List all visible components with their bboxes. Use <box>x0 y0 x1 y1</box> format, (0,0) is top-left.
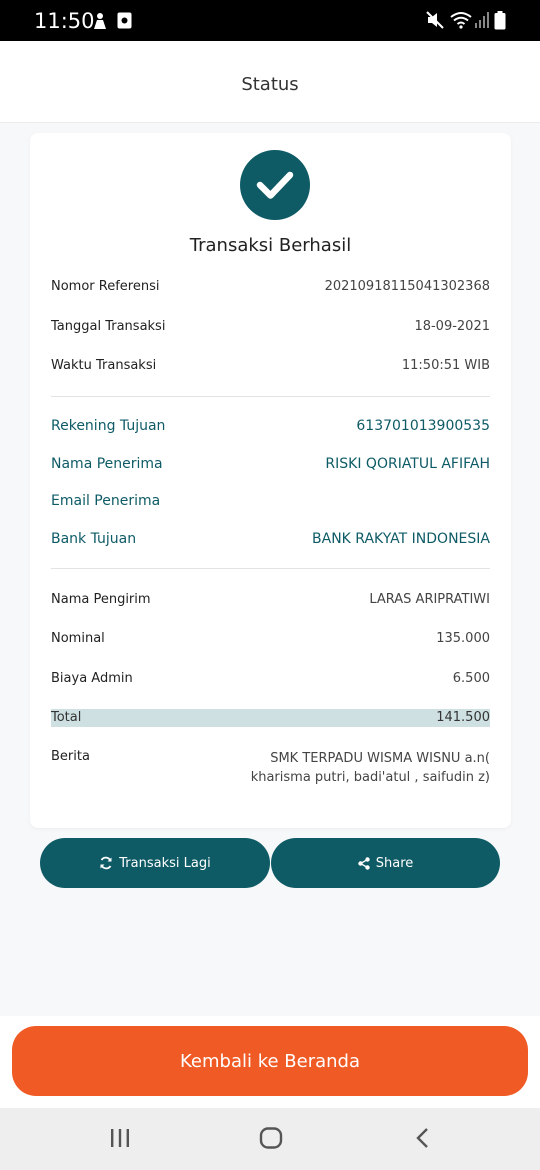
message-line-2: kharisma putri, badi'atul , saifudin z) <box>250 770 490 785</box>
total-label: Total <box>51 710 82 725</box>
home-icon[interactable] <box>259 1127 283 1149</box>
notification-app-icon <box>117 12 132 29</box>
detail-label: Nominal <box>51 631 105 646</box>
detail-label: Biaya Admin <box>51 671 133 686</box>
message-value: SMK TERPADU WISMA WISNU a.n( kharisma pu… <box>240 749 490 787</box>
share-label: Share <box>375 855 414 871</box>
message-line-1: SMK TERPADU WISMA WISNU a.n( <box>270 751 490 766</box>
check-icon <box>256 171 294 199</box>
detail-label: Nama Penerima <box>51 456 163 472</box>
mute-icon <box>426 11 444 29</box>
back-to-home-button[interactable]: Kembali ke Beranda <box>12 1026 528 1096</box>
detail-label: Email Penerima <box>51 493 161 509</box>
detail-value: 18-09-2021 <box>414 319 490 334</box>
status-bar: 11:50 <box>0 0 540 41</box>
detail-label: Nomor Referensi <box>51 279 160 294</box>
signal-icon <box>475 12 489 28</box>
page-title: Status <box>241 74 299 95</box>
transaction-again-label: Transaksi Lagi <box>119 855 211 871</box>
detail-label: Rekening Tujuan <box>51 418 166 434</box>
wifi-icon <box>450 12 472 29</box>
detail-label: Nama Pengirim <box>51 592 151 607</box>
receipt-card: Transaksi Berhasil Nomor Referensi 20210… <box>30 133 511 828</box>
notification-person-icon <box>94 13 106 29</box>
detail-label: Berita <box>51 749 90 764</box>
success-badge <box>240 150 310 220</box>
detail-value: 6.500 <box>452 671 490 686</box>
total-row: Total 141.500 <box>51 709 490 727</box>
back-icon[interactable] <box>414 1127 432 1149</box>
bottom-bar: Kembali ke Beranda <box>0 1016 540 1108</box>
detail-label: Bank Tujuan <box>51 531 137 547</box>
detail-value: RISKI QORIATUL AFIFAH <box>325 456 490 472</box>
share-icon <box>358 856 370 870</box>
detail-value: 11:50:51 WIB <box>401 358 490 373</box>
status-time: 11:50 <box>34 9 95 33</box>
divider <box>51 396 490 397</box>
result-heading: Transaksi Berhasil <box>189 235 352 256</box>
detail-value: 135.000 <box>436 631 490 646</box>
divider <box>51 568 490 569</box>
transaction-again-button[interactable]: Transaksi Lagi <box>40 838 270 888</box>
refresh-icon <box>100 856 112 870</box>
app-bar: Status <box>0 41 540 123</box>
detail-label: Waktu Transaksi <box>51 358 157 373</box>
recent-apps-icon[interactable] <box>109 1127 131 1149</box>
battery-icon <box>494 11 506 30</box>
detail-label: Tanggal Transaksi <box>51 319 166 334</box>
detail-value: LARAS ARIPRATIWI <box>369 592 490 607</box>
system-nav-bar <box>0 1108 540 1170</box>
detail-value: 613701013900535 <box>356 418 490 434</box>
detail-value: 20210918115041302368 <box>324 279 490 294</box>
share-button[interactable]: Share <box>271 838 500 888</box>
back-to-home-label: Kembali ke Beranda <box>180 1050 360 1072</box>
detail-value: BANK RAKYAT INDONESIA <box>312 531 490 547</box>
total-value: 141.500 <box>436 710 490 725</box>
